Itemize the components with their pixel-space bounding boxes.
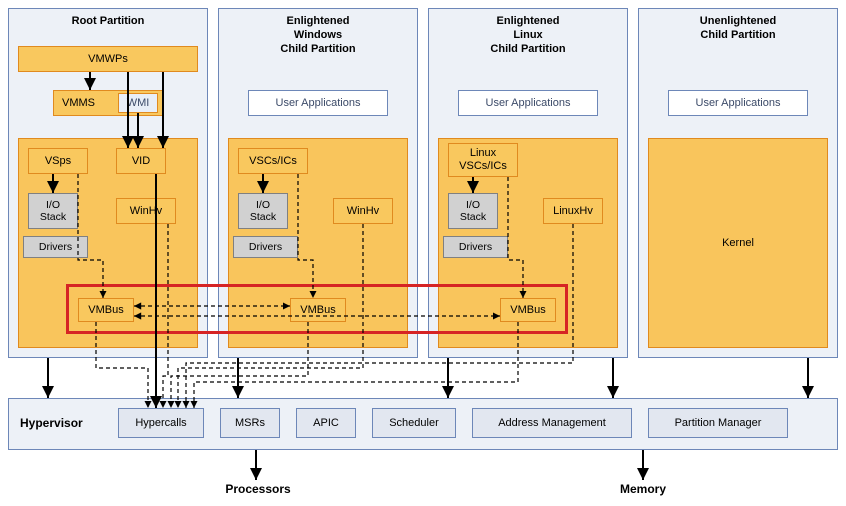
linuxhv-box: LinuxHv — [543, 198, 603, 224]
scheduler-box: Scheduler — [372, 408, 456, 438]
user-apps-unen: User Applications — [668, 90, 808, 116]
unenlightened-child-partition-title: Unenlightened Child Partition — [639, 15, 837, 43]
vsps-box: VSps — [28, 148, 88, 174]
io-stack-lin: I/O Stack — [448, 193, 498, 229]
winhv-win: WinHv — [333, 198, 393, 224]
kernel-box: Kernel — [648, 138, 828, 348]
kernel-label: Kernel — [722, 237, 754, 249]
hypercalls-box: Hypercalls — [118, 408, 204, 438]
io-stack-root: I/O Stack — [28, 193, 78, 229]
partition-manager-box: Partition Manager — [648, 408, 788, 438]
vmbus-win: VMBus — [290, 298, 346, 322]
drivers-win: Drivers — [233, 236, 298, 258]
windows-child-partition-title: Enlightened Windows Child Partition — [219, 15, 417, 56]
apic-box: APIC — [296, 408, 356, 438]
vid-box: VID — [116, 148, 166, 174]
msrs-box: MSRs — [220, 408, 280, 438]
user-apps-win: User Applications — [248, 90, 388, 116]
io-stack-win: I/O Stack — [238, 193, 288, 229]
processors-label: Processors — [208, 482, 308, 496]
drivers-root: Drivers — [23, 236, 88, 258]
root-partition-title: Root Partition — [9, 15, 207, 29]
vscs-ics-win: VSCs/ICs — [238, 148, 308, 174]
hypervisor-label: Hypervisor — [20, 416, 83, 430]
vmms-label: VMMS — [62, 97, 95, 109]
diagram-stage: Root Partition Enlightened Windows Child… — [8, 8, 838, 498]
vmbus-lin: VMBus — [500, 298, 556, 322]
vmwps-box: VMWPs — [18, 46, 198, 72]
drivers-lin: Drivers — [443, 236, 508, 258]
address-management-box: Address Management — [472, 408, 632, 438]
linux-child-partition-title: Enlightened Linux Child Partition — [429, 15, 627, 56]
vmbus-root: VMBus — [78, 298, 134, 322]
memory-label: Memory — [603, 482, 683, 496]
linux-vscs-ics: Linux VSCs/ICs — [448, 143, 518, 177]
wmi-box: WMI — [118, 93, 158, 113]
user-apps-lin: User Applications — [458, 90, 598, 116]
winhv-root: WinHv — [116, 198, 176, 224]
